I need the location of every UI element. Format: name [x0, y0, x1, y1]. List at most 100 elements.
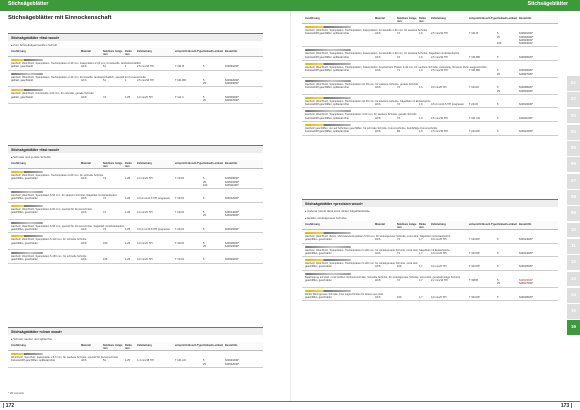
- col-length: [103, 99, 125, 102]
- col-thickness: 1,6: [419, 130, 423, 134]
- chapter-tab-14[interactable]: 14: [567, 287, 580, 303]
- chapter-tab-02[interactable]: 02: [567, 92, 580, 108]
- col-design-header: Ausführung: [305, 223, 320, 226]
- col-length: 74: [397, 116, 400, 120]
- blade-image: [305, 79, 351, 82]
- col-material-header: Material: [81, 344, 91, 347]
- col-design-header: Ausführung: [11, 50, 26, 53]
- col-bosch-type: T 144 DP: [469, 238, 480, 242]
- col-unit: 5: [203, 258, 205, 262]
- col-unit: 25: [203, 214, 206, 218]
- table-row: Hartholz, Weichholz, Spanplatten 5-50 mm…: [8, 189, 263, 203]
- chapter-tab-10[interactable]: 10: [567, 222, 580, 238]
- chapter-tab-05[interactable]: 05: [567, 141, 580, 156]
- col-design: geschliffen, geschränkt: [305, 295, 332, 299]
- table-header: Ausführung Material Nutzbare Länge mm Dicke…: [302, 15, 558, 24]
- chapter-tab-11[interactable]: 11: [567, 238, 580, 254]
- header-title: Stichsägeblätter: [8, 1, 49, 7]
- chapter-tab-01[interactable]: 01: [567, 76, 580, 91]
- blade-image: [11, 72, 43, 75]
- table-row: Hartholz, Weichholz, Spanplatten, Tischl…: [8, 169, 263, 190]
- col-order-no: 623612000*: [225, 197, 239, 201]
- col-unit: 25: [203, 82, 206, 86]
- col-design-header: Ausführung: [11, 162, 26, 165]
- table-row: Hartholz, Weichholz, Spanplatten 5-150 m…: [8, 250, 263, 264]
- table-row: Hartholz, Weichholz, Spanplatten, Tischl…: [302, 257, 558, 271]
- col-material: HCS: [375, 103, 381, 107]
- col-material: HCS: [375, 116, 381, 120]
- col-thickness-header: Dicke mm: [125, 162, 132, 168]
- col-order-no-header: Bestell-Nr.: [519, 17, 532, 20]
- page-heading: Stichsägeblätter mit Einnockenschaft: [8, 15, 112, 21]
- col-order-no: 623615000*: [225, 214, 239, 218]
- col-pitch-header: Zahnteilung: [137, 344, 152, 347]
- col-pitch: 4,0 mm/6 TPI: [431, 295, 447, 299]
- section-bullet: Zum Schnellsägen/sanften Schnitt: [8, 41, 263, 48]
- col-unit: 5: [497, 265, 499, 269]
- chapter-tab-15[interactable]: 15: [567, 304, 580, 319]
- chapter-tab-13[interactable]: 13: [567, 271, 580, 287]
- col-length: 126: [103, 258, 108, 262]
- col-order-no: 623615000*: [519, 265, 533, 269]
- chapter-tab-09[interactable]: 09: [567, 206, 580, 222]
- row-values: geschliffen, geschränkt HCS 100 1,7 4,0 mm/6…: [302, 296, 558, 299]
- col-design: [11, 184, 81, 187]
- col-pitch: [431, 42, 469, 45]
- table-row: Hartholz, Weichholz, Spanplatten, Tischl…: [8, 57, 263, 71]
- col-length: 74: [397, 251, 400, 255]
- row-values: gefräst, geschränkt HCS 51 1 2,5 mm/10 TPI T …: [8, 65, 263, 68]
- chapter-tab-06[interactable]: 06: [567, 157, 580, 173]
- section-title: Stichsägeblätter »fast wood«: [8, 145, 263, 153]
- table-row: Hartholz, Weichholz, Beton, Mehrwandunte…: [302, 230, 558, 244]
- table-row: Hartholz, Weichholz, Spanplatten, Tischl…: [302, 61, 558, 78]
- col-pitch-header: Zahnteilung: [137, 50, 152, 53]
- col-length-header: Nutzbare Länge mm: [103, 162, 123, 168]
- col-pitch: 4-5,2 mm/4-5 TPI progressiv: [137, 197, 170, 201]
- col-bosch-type: [469, 73, 497, 76]
- col-pitch: 2,5 mm/10 TPI: [431, 55, 448, 59]
- col-thickness: [419, 90, 431, 93]
- row-values: Feinstschliff geschliffen, splitterarmfr…: [302, 117, 558, 120]
- col-length: 100: [397, 265, 402, 269]
- col-design: [305, 90, 375, 93]
- col-unit: 5: [497, 251, 499, 255]
- chapter-tab-08[interactable]: 08: [567, 190, 580, 205]
- col-unit: 25: [203, 99, 206, 103]
- col-order-no: 623601000*: [225, 65, 239, 69]
- chapter-tab-07[interactable]: 07: [567, 173, 580, 189]
- col-thickness: 1,7: [419, 265, 423, 269]
- col-order-no: 623609000*: [519, 89, 533, 93]
- row-values: 25 623603000*: [8, 82, 263, 85]
- col-material: [81, 82, 103, 85]
- col-design: geschliffen, geschränkt: [11, 197, 38, 201]
- header-title: Stichsägeblätter: [527, 1, 568, 7]
- col-pitch-header: Zahnteilung: [137, 162, 152, 165]
- table-row: Weichholz, Sperrholz, Faserplatte 1,5-6 …: [8, 351, 263, 368]
- row-values: geschliffen, geschränkt HCS 126 1,25 4,0 mm/…: [8, 258, 263, 261]
- col-bosch-type: [175, 363, 203, 366]
- col-material: HCS: [375, 130, 381, 134]
- blade-image: [305, 259, 351, 262]
- blade-image: [305, 63, 351, 66]
- col-length: 74: [397, 103, 400, 107]
- col-bosch-type-header: entspricht Bosch-Type: [469, 223, 497, 226]
- col-bosch-type: T 744 D: [175, 258, 185, 262]
- col-thickness: 1,25: [125, 197, 131, 201]
- col-thickness: [419, 282, 431, 285]
- chapter-tab-03[interactable]: 03: [567, 108, 580, 124]
- col-bosch-type: T 101 CD: [469, 116, 481, 120]
- col-order-no-header: Bestell-Nr.: [225, 344, 238, 347]
- col-bosch-type: [175, 184, 203, 187]
- col-thickness: [419, 42, 431, 45]
- chapter-tab-04[interactable]: 04: [567, 124, 580, 140]
- chapter-tab-12[interactable]: 12: [567, 255, 580, 271]
- header-bar: Stichsägeblätter: [290, 0, 580, 11]
- col-length: 51: [103, 65, 106, 69]
- chapter-tab-16[interactable]: 16: [567, 320, 580, 336]
- col-bosch-type-header: entspricht Bosch-Type: [469, 17, 497, 20]
- col-length: [397, 282, 419, 285]
- col-material: HCS: [81, 65, 87, 69]
- col-thickness: [125, 184, 137, 187]
- table-row: Hartholz, Weichholz, Spanplatten, Tischl…: [302, 47, 558, 62]
- col-length: [103, 214, 125, 217]
